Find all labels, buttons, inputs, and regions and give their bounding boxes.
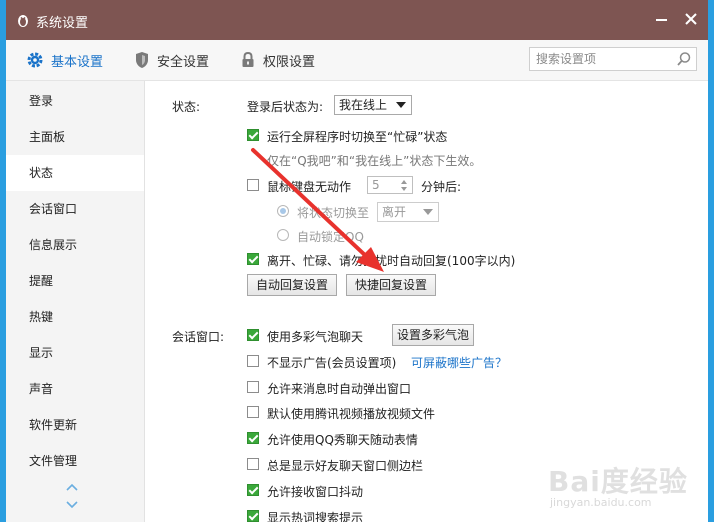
chat-option-label: 总是显示好友聊天窗口侧边栏 <box>267 459 424 473</box>
fullscreen-busy-label: 运行全屏程序时切换至“忙碌”状态 <box>267 130 448 144</box>
blockable-ads-link[interactable]: 可屏蔽哪些广告？ <box>411 354 507 371</box>
chat-option-checkbox[interactable] <box>247 355 259 367</box>
lock-icon <box>242 51 254 67</box>
chat-option-checkbox[interactable] <box>247 510 259 522</box>
sidebar-item-file-management[interactable]: 文件管理 <box>6 443 144 479</box>
sidebar-item-hotkeys[interactable]: 热键 <box>6 299 144 335</box>
tab-label: 权限设置 <box>263 54 316 70</box>
shield-icon <box>136 52 148 68</box>
chat-option-label: 允许接收窗口抖动 <box>267 485 364 499</box>
chat-option-checkbox[interactable] <box>247 458 259 470</box>
settings-window: 系统设置 基本设置 安全设置 权限设置 搜索设置项 登录 主面板 状态 会话窗口… <box>6 0 708 522</box>
status-section-label: 状态: <box>172 100 201 114</box>
chat-option-label: 显示热词搜索提示 <box>267 511 364 522</box>
title-bar: 系统设置 <box>6 0 708 40</box>
quick-reply-settings-button[interactable]: 快捷回复设置 <box>346 274 436 296</box>
search-icon[interactable] <box>676 51 692 67</box>
baidu-jingyan-watermark: Bai度经验 jingyan.baidu.com <box>548 460 688 509</box>
chat-window-section-label: 会话窗口: <box>172 330 225 344</box>
sidebar-item-login[interactable]: 登录 <box>6 83 144 119</box>
sidebar: 登录 主面板 状态 会话窗口 信息展示 提醒 热键 显示 声音 软件更新 文件管… <box>6 81 145 522</box>
chat-option-checkbox[interactable] <box>247 484 259 496</box>
after-login-status-dropdown[interactable]: 我在线上 <box>334 95 412 115</box>
dropdown-caret-icon <box>423 209 433 215</box>
idle-minutes-value: 5 <box>372 178 380 192</box>
idle-label: 鼠标键盘无动作 <box>267 180 352 194</box>
chat-option-checkbox[interactable] <box>247 432 259 444</box>
dropdown-caret-icon <box>396 102 406 108</box>
sidebar-item-status[interactable]: 状态 <box>6 155 144 191</box>
watermark-url: jingyan.baidu.com <box>550 496 652 509</box>
stepper-up-icon[interactable] <box>401 180 407 184</box>
chat-option-label: 不显示广告(会员设置项) <box>267 356 397 370</box>
fullscreen-busy-hint: 仅在“Q我吧”和“我在线上”状态下生效。 <box>267 154 482 168</box>
chat-option-label: 使用多彩气泡聊天 <box>267 330 364 344</box>
settings-content: 状态: 登录后状态为: 我在线上 运行全屏程序时切换至“忙碌”状态 仅在“Q我吧… <box>145 81 708 522</box>
search-input[interactable] <box>536 51 676 67</box>
gear-icon <box>27 52 43 68</box>
tab-basic-settings[interactable]: 基本设置 <box>26 40 103 80</box>
idle-lock-label: 自动锁定QQ <box>297 230 364 244</box>
window-title: 系统设置 <box>36 16 89 31</box>
auto-reply-checkbox[interactable] <box>247 253 259 265</box>
sidebar-item-chat-window[interactable]: 会话窗口 <box>6 191 144 227</box>
idle-lock-radio[interactable] <box>277 229 289 241</box>
tab-label: 基本设置 <box>51 54 104 70</box>
close-icon[interactable] <box>684 12 698 26</box>
idle-switch-label: 将状态切换至 <box>297 206 370 220</box>
chat-option-checkbox[interactable] <box>247 329 259 341</box>
tab-label: 安全设置 <box>157 54 210 70</box>
after-login-status-label: 登录后状态为: <box>247 100 324 114</box>
tab-security-settings[interactable]: 安全设置 <box>134 40 209 80</box>
chevron-up-icon[interactable] <box>66 483 78 491</box>
colorful-bubble-settings-button[interactable]: 设置多彩气泡 <box>392 324 474 346</box>
auto-reply-settings-button[interactable]: 自动回复设置 <box>247 274 337 296</box>
idle-switch-value: 离开 <box>382 205 407 219</box>
idle-switch-radio[interactable] <box>277 205 289 217</box>
sidebar-item-display[interactable]: 显示 <box>6 335 144 371</box>
sidebar-item-reminder[interactable]: 提醒 <box>6 263 144 299</box>
idle-minutes-suffix: 分钟后: <box>421 180 462 194</box>
chat-option-label: 默认使用腾讯视频播放视频文件 <box>267 407 436 421</box>
chevron-down-icon[interactable] <box>66 501 78 509</box>
qq-penguin-icon <box>18 15 28 27</box>
tab-permission-settings[interactable]: 权限设置 <box>240 40 315 80</box>
auto-reply-label: 离开、忙碌、请勿打扰时自动回复(100字以内) <box>267 254 516 268</box>
search-box <box>529 47 697 71</box>
chat-option-checkbox[interactable] <box>247 406 259 418</box>
minimize-button[interactable] <box>656 19 667 21</box>
sidebar-item-main-panel[interactable]: 主面板 <box>6 119 144 155</box>
after-login-status-value: 我在线上 <box>339 98 388 112</box>
chat-option-label: 允许来消息时自动弹出窗口 <box>267 382 412 396</box>
idle-switch-dropdown[interactable]: 离开 <box>377 202 439 222</box>
idle-minutes-stepper[interactable]: 5 <box>367 176 413 194</box>
chat-option-checkbox[interactable] <box>247 381 259 393</box>
idle-checkbox[interactable] <box>247 179 259 191</box>
sidebar-item-software-update[interactable]: 软件更新 <box>6 407 144 443</box>
sidebar-item-info-display[interactable]: 信息展示 <box>6 227 144 263</box>
watermark-logo: Bai度经验 <box>548 465 688 498</box>
fullscreen-busy-checkbox[interactable] <box>247 129 259 141</box>
stepper-down-icon[interactable] <box>401 187 407 191</box>
sidebar-item-sound[interactable]: 声音 <box>6 371 144 407</box>
chat-option-label: 允许使用QQ秀聊天随动表情 <box>267 433 418 447</box>
